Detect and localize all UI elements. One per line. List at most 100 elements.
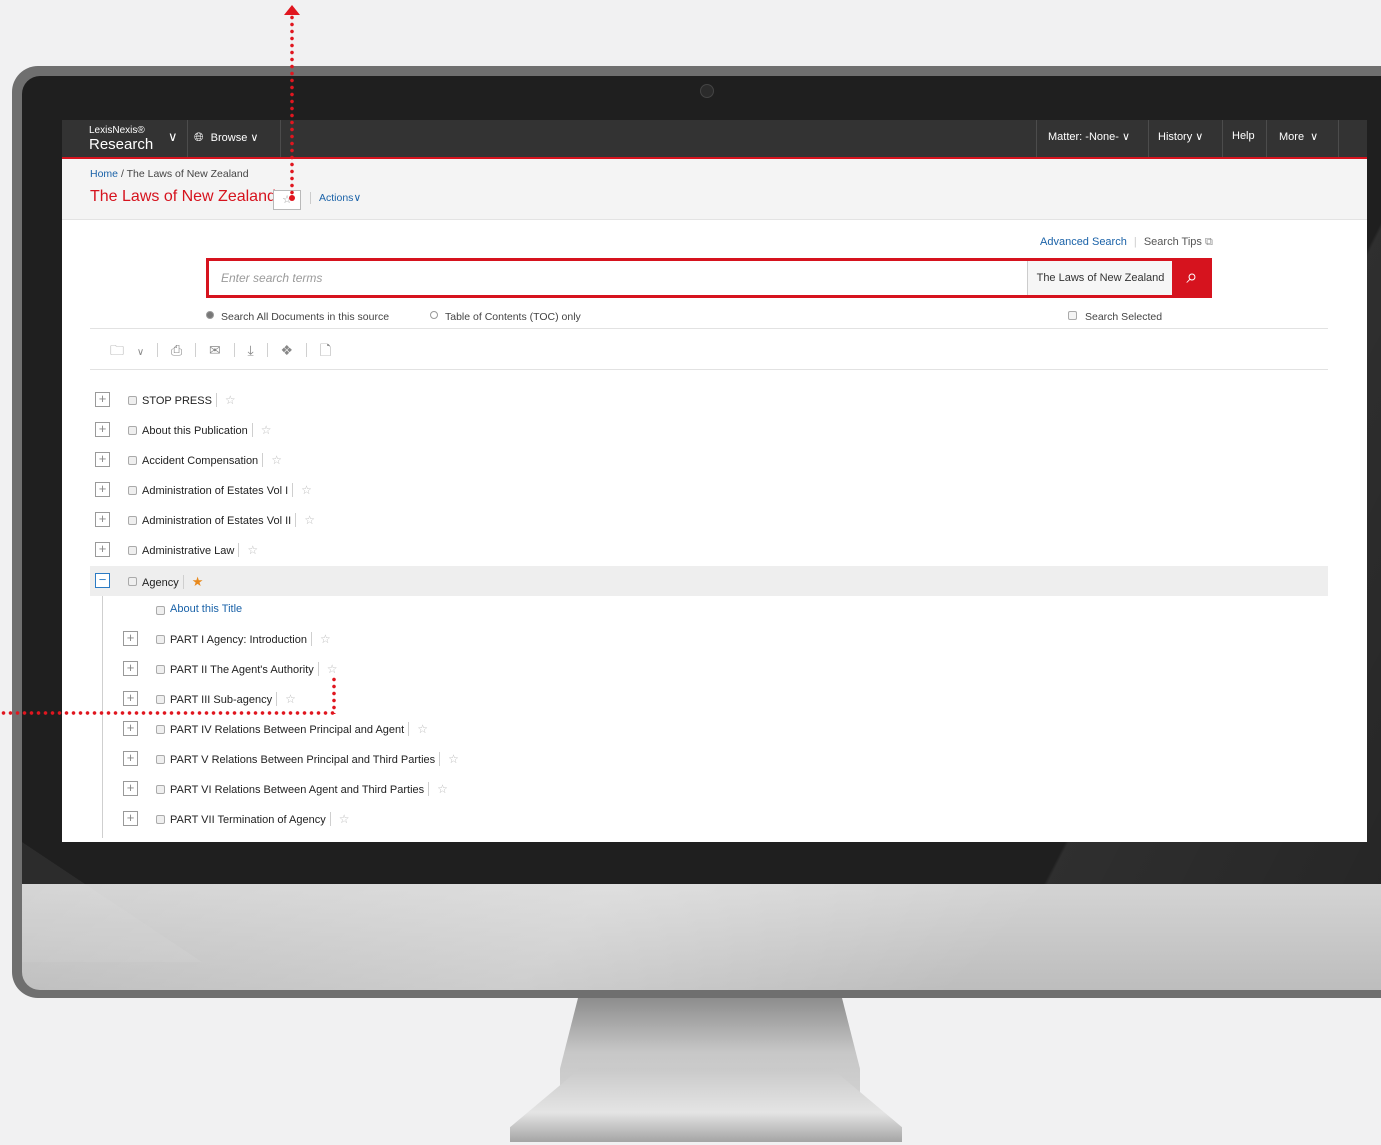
radio-toc-only[interactable] xyxy=(430,311,438,319)
row-checkbox[interactable] xyxy=(128,456,137,465)
dropbox-icon[interactable]: ❖ xyxy=(280,342,293,358)
star-icon[interactable]: ☆ xyxy=(320,632,331,646)
tree-child-item[interactable]: + PART III Sub-agency ☆ xyxy=(90,685,1328,713)
brand-logo[interactable]: LexisNexis® Research xyxy=(89,125,153,153)
expand-plus-icon[interactable]: + xyxy=(123,631,138,646)
breadcrumb-home[interactable]: Home xyxy=(90,168,118,180)
row-checkbox[interactable] xyxy=(156,785,165,794)
monitor-stand-base xyxy=(510,1068,902,1142)
row-checkbox[interactable] xyxy=(156,635,165,644)
search-input[interactable] xyxy=(209,261,1024,295)
row-checkbox[interactable] xyxy=(156,815,165,824)
star-filled-icon[interactable]: ★ xyxy=(192,574,204,589)
tree-item[interactable]: + Administrative Law ☆ xyxy=(90,536,1328,564)
browse-menu[interactable]: 🌐︎ Browse ∨ xyxy=(194,130,258,145)
email-icon[interactable]: ✉︎ xyxy=(209,342,221,358)
row-checkbox[interactable] xyxy=(128,516,137,525)
expand-plus-icon[interactable]: + xyxy=(123,781,138,796)
folder-icon[interactable]: 🗀︎ xyxy=(110,342,124,358)
tree-child-item[interactable]: + PART V Relations Between Principal and… xyxy=(90,745,1328,773)
tree-item[interactable]: + Accident Compensation ☆ xyxy=(90,446,1328,474)
tree-child-item[interactable]: + PART II The Agent's Authority ☆ xyxy=(90,655,1328,683)
expand-plus-icon[interactable]: + xyxy=(95,422,110,437)
star-icon[interactable]: ☆ xyxy=(285,692,296,706)
star-icon[interactable]: ☆ xyxy=(339,812,350,826)
collapse-minus-icon[interactable]: − xyxy=(95,573,110,588)
history-menu[interactable]: History ∨ xyxy=(1158,130,1203,143)
row-checkbox[interactable] xyxy=(128,426,137,435)
star-icon[interactable]: ☆ xyxy=(327,662,338,676)
document-icon[interactable]: 🗋︎ xyxy=(320,342,331,358)
tree-child-item[interactable]: + PART VI Relations Between Agent and Th… xyxy=(90,775,1328,803)
about-this-title-link[interactable]: About this Title xyxy=(170,603,242,615)
search-button[interactable]: ⌕ xyxy=(1172,258,1212,298)
row-checkbox[interactable] xyxy=(128,486,137,495)
expand-plus-icon[interactable]: + xyxy=(95,482,110,497)
advanced-search-link[interactable]: Advanced Search xyxy=(1040,236,1127,248)
matter-menu[interactable]: Matter: -None- ∨ xyxy=(1048,130,1130,143)
expand-plus-icon[interactable]: + xyxy=(95,542,110,557)
star-icon[interactable]: ☆ xyxy=(437,782,448,796)
expand-plus-icon[interactable]: + xyxy=(123,721,138,736)
actions-menu[interactable]: Actions∨ xyxy=(310,192,361,204)
toolbar-divider xyxy=(305,343,307,357)
star-icon[interactable]: ☆ xyxy=(301,483,312,497)
row-checkbox[interactable] xyxy=(156,725,165,734)
download-icon[interactable]: ⤓ xyxy=(248,342,254,358)
chevron-down-icon[interactable]: ∨ xyxy=(137,347,144,358)
top-navbar: LexisNexis® Research ∨ 🌐︎ Browse ∨ Matte… xyxy=(62,120,1367,159)
expand-plus-icon[interactable]: + xyxy=(123,661,138,676)
print-icon[interactable]: ⎙ xyxy=(171,342,182,358)
tree-child-about[interactable]: About this Title xyxy=(90,596,1328,624)
expand-plus-icon[interactable]: + xyxy=(95,512,110,527)
expand-plus-icon[interactable]: + xyxy=(95,392,110,407)
star-icon[interactable]: ☆ xyxy=(417,722,428,736)
search-selected-checkbox[interactable] xyxy=(1068,311,1077,320)
search-tips-link[interactable]: Search Tips xyxy=(1144,236,1202,248)
tree-child-item[interactable]: + PART IV Relations Between Principal an… xyxy=(90,715,1328,743)
radio-search-all[interactable] xyxy=(206,311,214,319)
tree-item-label: PART VI Relations Between Agent and Thir… xyxy=(170,782,448,796)
search-selected-option[interactable]: Search Selected xyxy=(1068,311,1162,323)
breadcrumb: Home / The Laws of New Zealand xyxy=(90,168,249,180)
star-icon[interactable]: ☆ xyxy=(261,423,272,437)
star-icon[interactable]: ☆ xyxy=(304,513,315,527)
expand-plus-icon[interactable]: + xyxy=(123,691,138,706)
tree-child-item[interactable]: + PART I Agency: Introduction ☆ xyxy=(90,625,1328,653)
expand-plus-icon[interactable]: + xyxy=(123,751,138,766)
star-icon[interactable]: ☆ xyxy=(448,752,459,766)
star-icon[interactable]: ☆ xyxy=(271,453,282,467)
row-checkbox[interactable] xyxy=(156,665,165,674)
search-scope[interactable]: The Laws of New Zealand xyxy=(1027,261,1173,295)
row-checkbox[interactable] xyxy=(128,577,137,586)
row-checkbox[interactable] xyxy=(156,755,165,764)
row-checkbox[interactable] xyxy=(128,396,137,405)
option-toc-only[interactable]: Table of Contents (TOC) only xyxy=(430,311,581,323)
more-menu[interactable]: More ∨ xyxy=(1279,130,1318,143)
callout-dot xyxy=(289,195,295,201)
breadcrumb-separator: / xyxy=(120,168,124,180)
matter-label: Matter: -None- xyxy=(1048,131,1119,143)
row-checkbox[interactable] xyxy=(156,695,165,704)
tree-child-item[interactable]: + PART VII Termination of Agency ☆ xyxy=(90,805,1328,833)
expand-plus-icon[interactable]: + xyxy=(123,811,138,826)
chevron-down-icon: ∨ xyxy=(250,132,259,144)
tree-item-selected[interactable]: − Agency ★ xyxy=(90,566,1328,596)
row-checkbox[interactable] xyxy=(128,546,137,555)
brand-chevron-down-icon[interactable]: ∨ xyxy=(168,129,178,145)
star-icon[interactable]: ☆ xyxy=(225,393,236,407)
chevron-down-icon: ∨ xyxy=(353,192,362,204)
tree-item[interactable]: + STOP PRESS ☆ xyxy=(90,386,1328,414)
history-label: History xyxy=(1158,131,1193,143)
row-checkbox[interactable] xyxy=(156,606,165,615)
expand-plus-icon[interactable]: + xyxy=(95,452,110,467)
star-icon[interactable]: ☆ xyxy=(247,543,258,557)
help-link[interactable]: Help xyxy=(1232,130,1255,142)
option-search-all[interactable]: Search All Documents in this source xyxy=(206,311,389,323)
tree-item-label: PART V Relations Between Principal and T… xyxy=(170,752,459,766)
favorite-star-button[interactable]: ☆ xyxy=(273,190,301,210)
tree-item[interactable]: + Administration of Estates Vol II ☆ xyxy=(90,506,1328,534)
tree-item[interactable]: + Administration of Estates Vol I ☆ xyxy=(90,476,1328,504)
tree-item[interactable]: + About this Publication ☆ xyxy=(90,416,1328,444)
nav-divider xyxy=(1338,120,1339,157)
